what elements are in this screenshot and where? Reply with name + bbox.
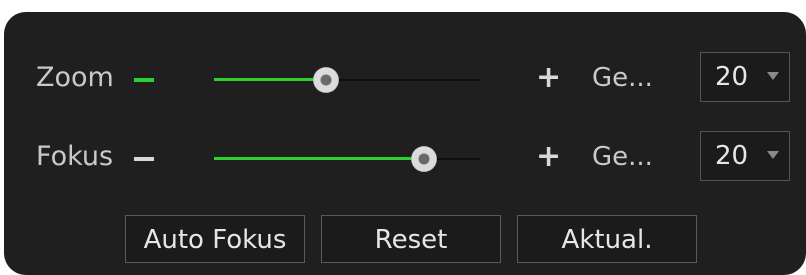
focus-row: Fokus + Ge... 20 [4, 127, 806, 187]
zoom-label: Zoom [36, 62, 114, 93]
refresh-button[interactable]: Aktual. [517, 215, 697, 263]
zoom-speed-select[interactable]: 20 [700, 52, 790, 102]
focus-slider-fill [214, 157, 425, 160]
chevron-down-icon [767, 151, 779, 159]
focus-speed-select[interactable]: 20 [700, 131, 790, 181]
focus-plus-icon[interactable]: + [536, 141, 561, 173]
focus-speed-value: 20 [715, 141, 749, 171]
zoom-minus-icon[interactable] [134, 78, 154, 82]
zoom-slider-fill [214, 78, 326, 81]
auto-focus-button[interactable]: Auto Fokus [125, 215, 305, 263]
chevron-down-icon [767, 72, 779, 80]
zoom-speed-value: 20 [715, 62, 749, 92]
focus-minus-icon[interactable] [134, 157, 154, 161]
zoom-slider[interactable] [214, 62, 480, 98]
focus-label: Fokus [36, 141, 114, 172]
ptz-zoom-focus-panel: Zoom + Ge... 20 Fokus + Ge... 20 Auto Fo… [4, 12, 806, 275]
zoom-row: Zoom + Ge... 20 [4, 48, 806, 108]
focus-speed-label: Ge... [592, 142, 653, 172]
zoom-slider-thumb[interactable] [312, 67, 339, 93]
focus-slider[interactable] [214, 141, 480, 177]
focus-slider-thumb[interactable] [411, 146, 438, 172]
zoom-speed-label: Ge... [592, 63, 653, 93]
zoom-plus-icon[interactable]: + [536, 62, 561, 94]
reset-button[interactable]: Reset [321, 215, 501, 263]
